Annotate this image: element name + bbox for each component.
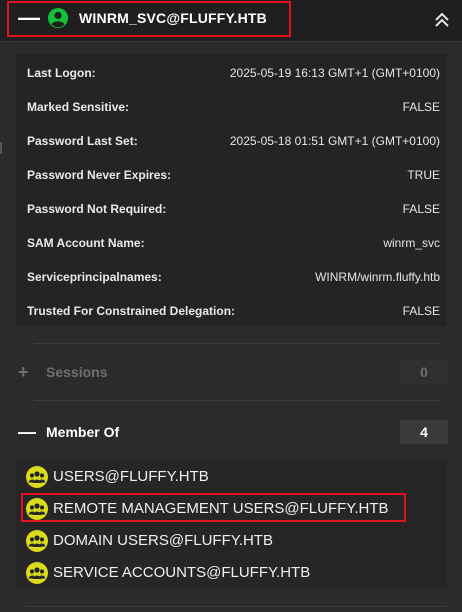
property-value: 2025-05-19 16:13 GMT+1 (GMT+0100): [229, 66, 440, 80]
property-value: winrm_svc: [383, 236, 440, 250]
property-row: Password Never Expires: TRUE: [16, 156, 446, 190]
list-item[interactable]: DOMAIN USERS@FLUFFY.HTB: [16, 524, 446, 556]
group-icon: [26, 498, 48, 520]
collapse-icon[interactable]: —: [18, 422, 36, 443]
expand-icon[interactable]: +: [18, 362, 29, 383]
property-row: Password Not Required: FALSE: [16, 190, 446, 224]
group-icon: [26, 562, 48, 584]
list-item[interactable]: SERVICE ACCOUNTS@FLUFFY.HTB: [16, 556, 446, 588]
list-item[interactable]: REMOTE MANAGEMENT USERS@FLUFFY.HTB: [16, 492, 446, 524]
property-key: Last Logon:: [27, 66, 96, 80]
group-list: USERS@FLUFFY.HTB REMOTE MANAGEMENT USERS…: [16, 460, 446, 588]
section-divider: [34, 400, 440, 401]
property-key: Marked Sensitive:: [27, 100, 130, 114]
property-key: Password Not Required:: [27, 202, 167, 216]
property-value: FALSE: [402, 304, 440, 318]
property-key: Password Never Expires:: [27, 168, 172, 182]
sessions-label[interactable]: Sessions: [46, 364, 107, 380]
property-row: Marked Sensitive: FALSE: [16, 88, 446, 122]
collapse-icon[interactable]: —: [18, 7, 40, 29]
group-name[interactable]: DOMAIN USERS@FLUFFY.HTB: [53, 532, 273, 549]
property-value: TRUE: [407, 168, 440, 182]
property-key: SAM Account Name:: [27, 236, 145, 250]
user-circle-icon: [48, 8, 68, 28]
property-row: SAM Account Name: winrm_svc: [16, 224, 446, 258]
property-value: FALSE: [402, 100, 440, 114]
list-item[interactable]: USERS@FLUFFY.HTB: [16, 460, 446, 492]
group-icon: [26, 530, 48, 552]
property-key: Password Last Set:: [27, 134, 138, 148]
property-row: Last Logon: 2025-05-19 16:13 GMT+1 (GMT+…: [16, 54, 446, 88]
property-key: Trusted For Constrained Delegation:: [27, 304, 236, 318]
property-value: WINRM/winrm.fluffy.htb: [315, 270, 440, 284]
group-icon: [26, 466, 48, 488]
member-of-count-badge: 4: [400, 420, 448, 444]
double-chevron-up-icon[interactable]: [432, 9, 452, 29]
section-divider: [26, 606, 446, 607]
sessions-section[interactable]: + Sessions 0: [0, 358, 462, 386]
property-row: Serviceprincipalnames: WINRM/winrm.fluff…: [16, 258, 446, 292]
group-name[interactable]: SERVICE ACCOUNTS@FLUFFY.HTB: [53, 564, 310, 581]
edge-marker: [0, 142, 2, 154]
member-of-label[interactable]: Member Of: [46, 424, 119, 440]
node-header[interactable]: — WINRM_SVC@FLUFFY.HTB: [0, 0, 462, 42]
property-value: FALSE: [402, 202, 440, 216]
node-title: WINRM_SVC@FLUFFY.HTB: [79, 10, 267, 26]
sessions-count-badge: 0: [400, 360, 448, 384]
group-name[interactable]: REMOTE MANAGEMENT USERS@FLUFFY.HTB: [53, 500, 389, 517]
member-of-section[interactable]: — Member Of 4: [0, 418, 462, 446]
property-key: Serviceprincipalnames:: [27, 270, 162, 284]
property-value: 2025-05-18 01:51 GMT+1 (GMT+0100): [229, 134, 440, 148]
section-divider: [34, 343, 440, 344]
properties-table: Last Logon: 2025-05-19 16:13 GMT+1 (GMT+…: [16, 54, 446, 326]
property-row: Password Last Set: 2025-05-18 01:51 GMT+…: [16, 122, 446, 156]
group-name[interactable]: USERS@FLUFFY.HTB: [53, 468, 209, 485]
property-row: Trusted For Constrained Delegation: FALS…: [16, 292, 446, 326]
